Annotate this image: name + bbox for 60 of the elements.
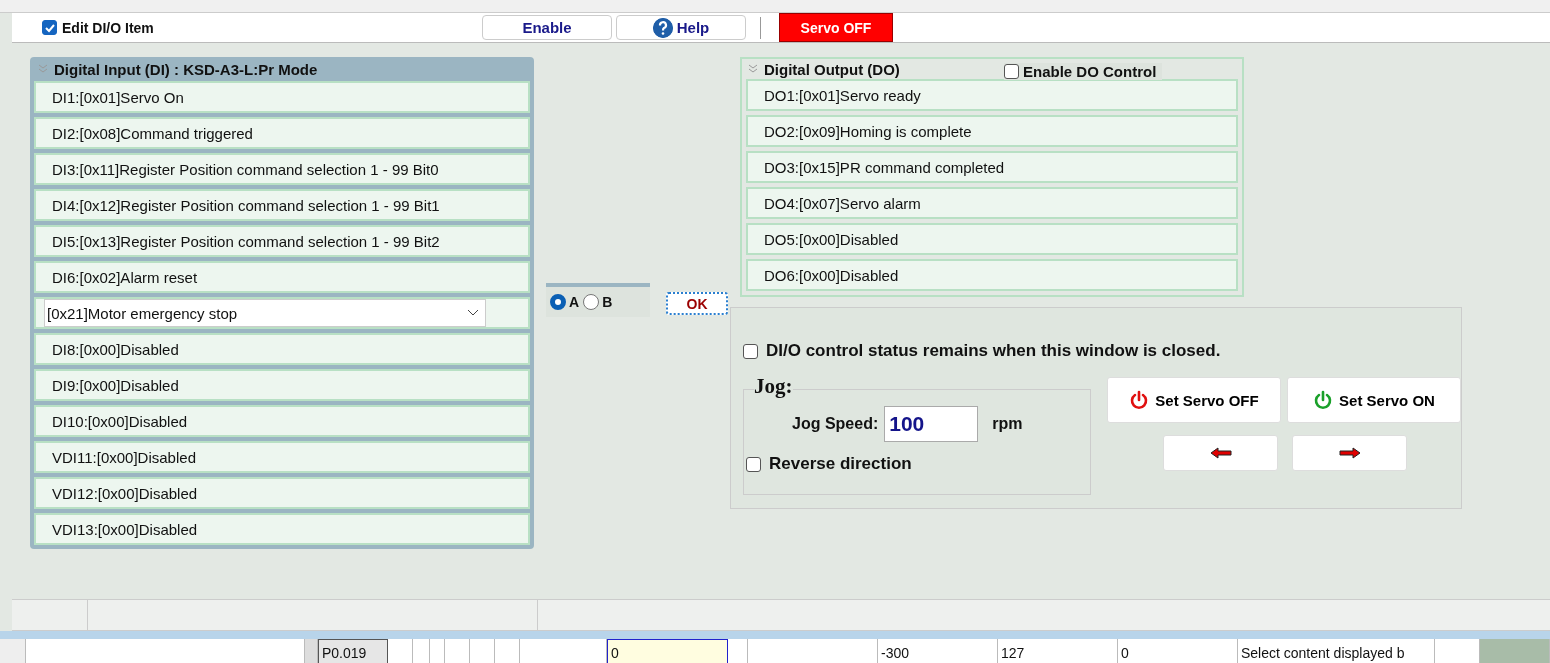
chevron-down-icon bbox=[467, 309, 479, 317]
input-row[interactable]: DI1:[0x01]Servo On bbox=[34, 81, 530, 113]
input-row[interactable]: DI8:[0x00]Disabled bbox=[34, 333, 530, 365]
input-row[interactable]: DI10:[0x00]Disabled bbox=[34, 405, 530, 437]
panel-title: Digital Output (DO) bbox=[764, 60, 900, 78]
table-cell: P0.019 bbox=[318, 639, 388, 663]
output-row[interactable]: DO3:[0x15]PR command completed bbox=[746, 151, 1238, 183]
grid-cell bbox=[305, 639, 318, 663]
input-row[interactable]: DI3:[0x11]Register Position command selection 1 - 99 Bit0 bbox=[34, 153, 530, 185]
function-dropdown[interactable]: [0x21]Motor emergency stop bbox=[44, 299, 486, 327]
output-row[interactable]: DO2:[0x09]Homing is complete bbox=[746, 115, 1238, 147]
checkbox-label: Enable DO Control bbox=[1023, 63, 1157, 80]
table-cell: 0 bbox=[1118, 639, 1238, 663]
radio-button[interactable] bbox=[550, 294, 566, 310]
power-icon bbox=[1313, 390, 1334, 410]
radio-label: A bbox=[569, 294, 580, 310]
input-row[interactable]: VDI12:[0x00]Disabled bbox=[34, 477, 530, 509]
left-arrow-icon bbox=[1208, 447, 1233, 459]
servo-button[interactable]: Set Servo ON bbox=[1287, 377, 1461, 423]
jog-button[interactable] bbox=[1292, 435, 1407, 471]
table-cell: -300 bbox=[878, 639, 998, 663]
ok-button[interactable]: OK bbox=[666, 292, 728, 315]
help-button[interactable]: Help bbox=[616, 15, 746, 40]
output-row[interactable]: DO6:[0x00]Disabled bbox=[746, 259, 1238, 291]
radio-label: B bbox=[602, 294, 613, 310]
reverse-checkbox[interactable] bbox=[746, 456, 761, 472]
input-row[interactable]: DI9:[0x00]Disabled bbox=[34, 369, 530, 401]
value-field[interactable]: 0 bbox=[607, 639, 728, 663]
checkbox-label: DI/O control status remains when this window is closed. bbox=[766, 341, 1221, 361]
output-row[interactable]: DO1:[0x01]Servo ready bbox=[746, 79, 1238, 111]
input-row[interactable]: VDI11:[0x00]Disabled bbox=[34, 441, 530, 473]
help-icon bbox=[652, 17, 673, 38]
servo-button[interactable]: Set Servo OFF bbox=[1107, 377, 1281, 423]
power-icon bbox=[1129, 390, 1150, 410]
unit-label: rpm bbox=[992, 415, 1023, 433]
servo-status-indicator: Servo OFF bbox=[779, 13, 893, 42]
table-row[interactable]: P0.019 0 -300 127 0 Select content displayed b bbox=[0, 639, 1550, 663]
input-row[interactable]: VDI13:[0x00]Disabled bbox=[34, 513, 530, 545]
input-row[interactable]: DI4:[0x12]Register Position command selection 1 - 99 Bit1 bbox=[34, 189, 530, 221]
input-row[interactable]: DI2:[0x08]Command triggered bbox=[34, 117, 530, 149]
keep-status-checkbox[interactable] bbox=[743, 343, 758, 359]
output-row[interactable]: DO4:[0x07]Servo alarm bbox=[746, 187, 1238, 219]
checkbox-label: Reverse direction bbox=[769, 454, 912, 474]
edit-item-checkbox[interactable] bbox=[42, 20, 57, 35]
panel-title: Digital Input (DI) : KSD-A3-L:Pr Mode bbox=[54, 60, 318, 78]
enable-button[interactable]: Enable bbox=[482, 15, 612, 40]
table-cell: 127 bbox=[998, 639, 1118, 663]
output-row[interactable]: DO5:[0x00]Disabled bbox=[746, 223, 1238, 255]
jog-speed-field[interactable]: 100 bbox=[884, 406, 979, 442]
edit-item-label: Edit DI/O Item bbox=[62, 19, 154, 36]
table-cell: Select content displayed b bbox=[1238, 639, 1435, 663]
row-header-cell bbox=[0, 639, 26, 663]
jog-speed-label: Jog Speed: bbox=[792, 415, 879, 433]
enable-do-checkbox[interactable] bbox=[1004, 64, 1019, 79]
jog-button[interactable] bbox=[1163, 435, 1278, 471]
scrollbar-area bbox=[1480, 639, 1550, 663]
right-arrow-icon bbox=[1337, 447, 1362, 459]
input-row[interactable]: DI6:[0x02]Alarm reset bbox=[34, 261, 530, 293]
input-row[interactable]: DI5:[0x13]Register Position command selection 1 - 99 Bit2 bbox=[34, 225, 530, 257]
radio-button[interactable] bbox=[583, 294, 600, 310]
